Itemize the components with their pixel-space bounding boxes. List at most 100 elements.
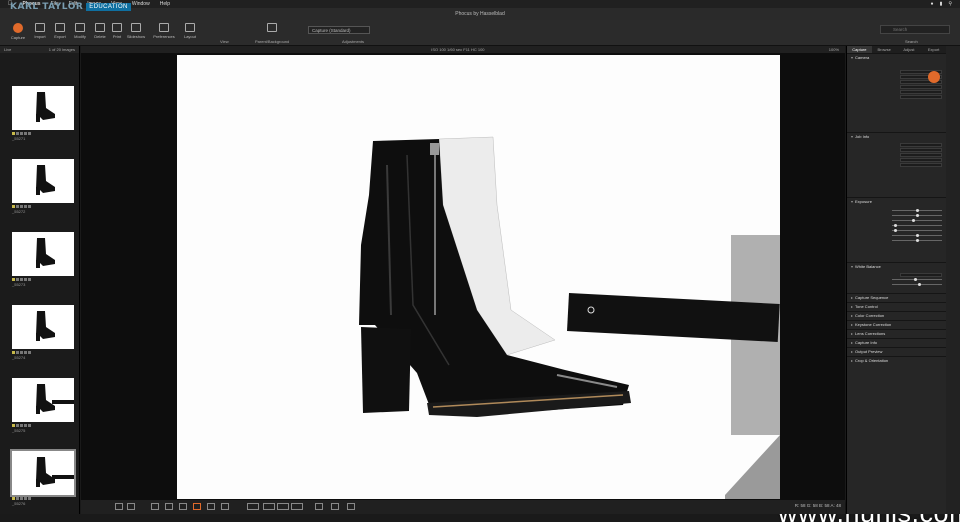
exposure-mask-icon[interactable]: [277, 503, 289, 510]
star-icon[interactable]: [28, 205, 31, 208]
overlay-icon[interactable]: [291, 503, 303, 510]
star-icon[interactable]: [24, 351, 27, 354]
rating-stars[interactable]: [12, 424, 76, 427]
star-icon[interactable]: [20, 278, 23, 281]
capture-record-button[interactable]: [928, 71, 940, 83]
play-icon[interactable]: [331, 503, 339, 510]
tab-capture[interactable]: Capture: [847, 46, 872, 53]
star-icon[interactable]: [28, 497, 31, 500]
wifi-icon[interactable]: ●: [931, 1, 934, 7]
star-icon[interactable]: [28, 278, 31, 281]
star-icon[interactable]: [24, 205, 27, 208]
capture-mode-select[interactable]: Capture (Standard): [308, 26, 370, 34]
star-icon[interactable]: [12, 278, 15, 281]
import-button[interactable]: Import: [30, 23, 50, 39]
star-icon[interactable]: [16, 278, 19, 281]
name-field[interactable]: [900, 147, 942, 152]
star-icon[interactable]: [16, 205, 19, 208]
clarity-slider[interactable]: [892, 233, 942, 237]
tab-browse[interactable]: Browse: [872, 46, 897, 53]
single-view-icon[interactable]: [115, 503, 123, 510]
star-icon[interactable]: [24, 278, 27, 281]
recovery-slider[interactable]: [892, 223, 942, 227]
rating-stars[interactable]: [12, 278, 76, 281]
shadow-fill-slider[interactable]: [892, 228, 942, 232]
tab-export[interactable]: Export: [921, 46, 946, 53]
main-photo[interactable]: [177, 55, 780, 499]
star-icon[interactable]: [12, 132, 15, 135]
star-icon[interactable]: [12, 424, 15, 427]
rating-stars[interactable]: [12, 351, 76, 354]
star-icon[interactable]: [24, 132, 27, 135]
thumbnail[interactable]: _55275: [12, 378, 76, 433]
parent-background-button[interactable]: [262, 23, 282, 32]
star-icon[interactable]: [20, 351, 23, 354]
thumbnail[interactable]: _55272: [12, 159, 76, 214]
rating-stars[interactable]: [12, 497, 76, 500]
wb-preset-field[interactable]: [900, 272, 942, 277]
star-icon[interactable]: [12, 351, 15, 354]
star-icon[interactable]: [24, 424, 27, 427]
star-icon[interactable]: [20, 424, 23, 427]
slideshow-button[interactable]: Slideshow: [126, 23, 146, 39]
capture-button[interactable]: Capture: [8, 23, 28, 40]
focus-mask-icon[interactable]: [263, 503, 275, 510]
star-icon[interactable]: [12, 497, 15, 500]
detail-slider[interactable]: [892, 238, 942, 242]
star-icon[interactable]: [16, 424, 19, 427]
star-icon[interactable]: [28, 132, 31, 135]
hand-tool-icon[interactable]: [207, 503, 215, 510]
straighten-tool-icon[interactable]: [165, 503, 173, 510]
brush-tool-icon[interactable]: [193, 503, 201, 510]
destination-field[interactable]: [900, 142, 942, 147]
star-icon[interactable]: [12, 205, 15, 208]
panel-scrollbar[interactable]: [946, 46, 960, 514]
next-image-icon[interactable]: [347, 503, 355, 510]
crop-tool-icon[interactable]: [151, 503, 159, 510]
camera-field[interactable]: [900, 84, 942, 89]
menu-window[interactable]: Window: [132, 1, 150, 7]
print-button[interactable]: Print: [107, 23, 127, 39]
prev-image-icon[interactable]: [315, 503, 323, 510]
star-icon[interactable]: [20, 497, 23, 500]
camera-field[interactable]: [900, 94, 942, 99]
thumbnail[interactable]: _55276: [10, 449, 76, 506]
zoom-tool-icon[interactable]: [221, 503, 229, 510]
temp-slider[interactable]: [892, 277, 942, 281]
search-input[interactable]: [880, 25, 950, 34]
name-preset-field[interactable]: [900, 152, 942, 157]
picker-tool-icon[interactable]: [179, 503, 187, 510]
tint-slider[interactable]: [892, 282, 942, 286]
export-button[interactable]: Export: [50, 23, 70, 39]
tab-adjust[interactable]: Adjust: [897, 46, 922, 53]
star-icon[interactable]: [16, 497, 19, 500]
star-icon[interactable]: [28, 351, 31, 354]
star-icon[interactable]: [16, 132, 19, 135]
preferences-button[interactable]: Preferences: [153, 23, 175, 39]
thumbnail[interactable]: _55274: [12, 305, 76, 360]
camera-field[interactable]: [900, 89, 942, 94]
thumbnail[interactable]: _55271: [12, 86, 76, 141]
brightness-slider[interactable]: [892, 218, 942, 222]
zoom-level[interactable]: 100%: [829, 47, 839, 52]
search-menu-icon[interactable]: ⚲: [948, 1, 952, 7]
modify-button[interactable]: Modify: [70, 23, 90, 39]
thumbnail[interactable]: _55273: [12, 232, 76, 287]
star-icon[interactable]: [16, 351, 19, 354]
image-viewer[interactable]: ISO 100 1/60 sec F11 HC 100 100%: [81, 46, 960, 522]
contrast-slider[interactable]: [892, 213, 942, 217]
browser-view-label[interactable]: Live: [4, 47, 11, 52]
star-icon[interactable]: [20, 205, 23, 208]
star-icon[interactable]: [20, 132, 23, 135]
rating-stars[interactable]: [12, 205, 76, 208]
compare-view-icon[interactable]: [127, 503, 135, 510]
ev-slider[interactable]: [892, 208, 942, 212]
menu-help[interactable]: Help: [160, 1, 170, 7]
rating-stars[interactable]: [12, 132, 76, 135]
metadata-field[interactable]: [900, 162, 942, 167]
star-icon[interactable]: [28, 424, 31, 427]
grid-overlay-icon[interactable]: [247, 503, 259, 510]
next-sequence-field[interactable]: [900, 157, 942, 162]
layout-button[interactable]: Layout: [180, 23, 200, 39]
battery-icon[interactable]: ▮: [940, 1, 943, 7]
